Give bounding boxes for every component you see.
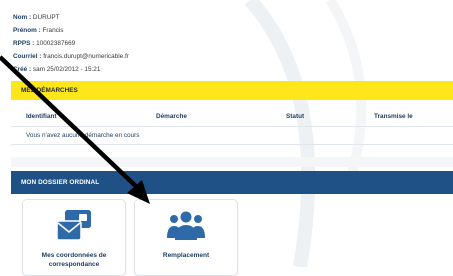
profile-courriel-row: Courriel : francis.durupt@numericable.fr — [13, 50, 129, 63]
rpps-label: RPPS : — [13, 40, 35, 47]
demarches-title: MES DÉMARCHES — [21, 87, 78, 94]
nom-value: DURUPT — [32, 14, 60, 21]
tile-remplacement[interactable]: Remplacement — [134, 199, 238, 276]
rpps-value: 10002387669 — [36, 40, 76, 47]
table-header-row: Identifiant Démarche Statut Transmise le — [11, 110, 453, 127]
profile-cree-row: Créé : sam 25/02/2012 - 15:21 — [13, 63, 129, 76]
dossier-title: MON DOSSIER ORDINAL — [21, 179, 100, 186]
profile-info: Nom : DURUPT Prénom : Francis RPPS : 100… — [13, 11, 129, 76]
column-header-transmise: Transmise le — [374, 113, 413, 120]
column-header-statut: Statut — [286, 113, 305, 120]
dossier-section-header: MON DOSSIER ORDINAL — [11, 171, 453, 194]
tile-coordonnees[interactable]: Mes coordonnées de correspondance — [22, 199, 126, 276]
cree-label: Créé : — [13, 66, 32, 73]
profile-prenom-row: Prénom : Francis — [13, 24, 129, 37]
prenom-label: Prénom : — [13, 27, 41, 34]
tile-coordonnees-label: Mes coordonnées de correspondance — [41, 252, 107, 268]
courriel-value: francis.durupt@numericable.fr — [43, 53, 129, 60]
profile-rpps-row: RPPS : 10002387669 — [13, 37, 129, 50]
cree-value: sam 25/02/2012 - 15:21 — [32, 66, 101, 73]
table-empty-row: Vous n'avez aucune démarche en cours — [11, 127, 453, 145]
group-people-icon — [167, 211, 205, 240]
tile-remplacement-label: Remplacement — [162, 252, 210, 259]
nom-label: Nom : — [13, 14, 32, 21]
profile-nom-row: Nom : DURUPT — [13, 11, 129, 24]
prenom-value: Francis — [42, 27, 64, 34]
demarches-table: Identifiant Démarche Statut Transmise le… — [11, 110, 453, 145]
column-header-identifiant: Identifiant — [26, 113, 57, 120]
section-separator — [11, 157, 453, 167]
column-header-demarche: Démarche — [156, 113, 187, 120]
contact-card-envelope-icon — [56, 210, 91, 241]
empty-message: Vous n'avez aucune démarche en cours — [26, 132, 140, 139]
demarches-section-header: MES DÉMARCHES — [11, 81, 453, 100]
courriel-label: Courriel : — [13, 53, 42, 60]
